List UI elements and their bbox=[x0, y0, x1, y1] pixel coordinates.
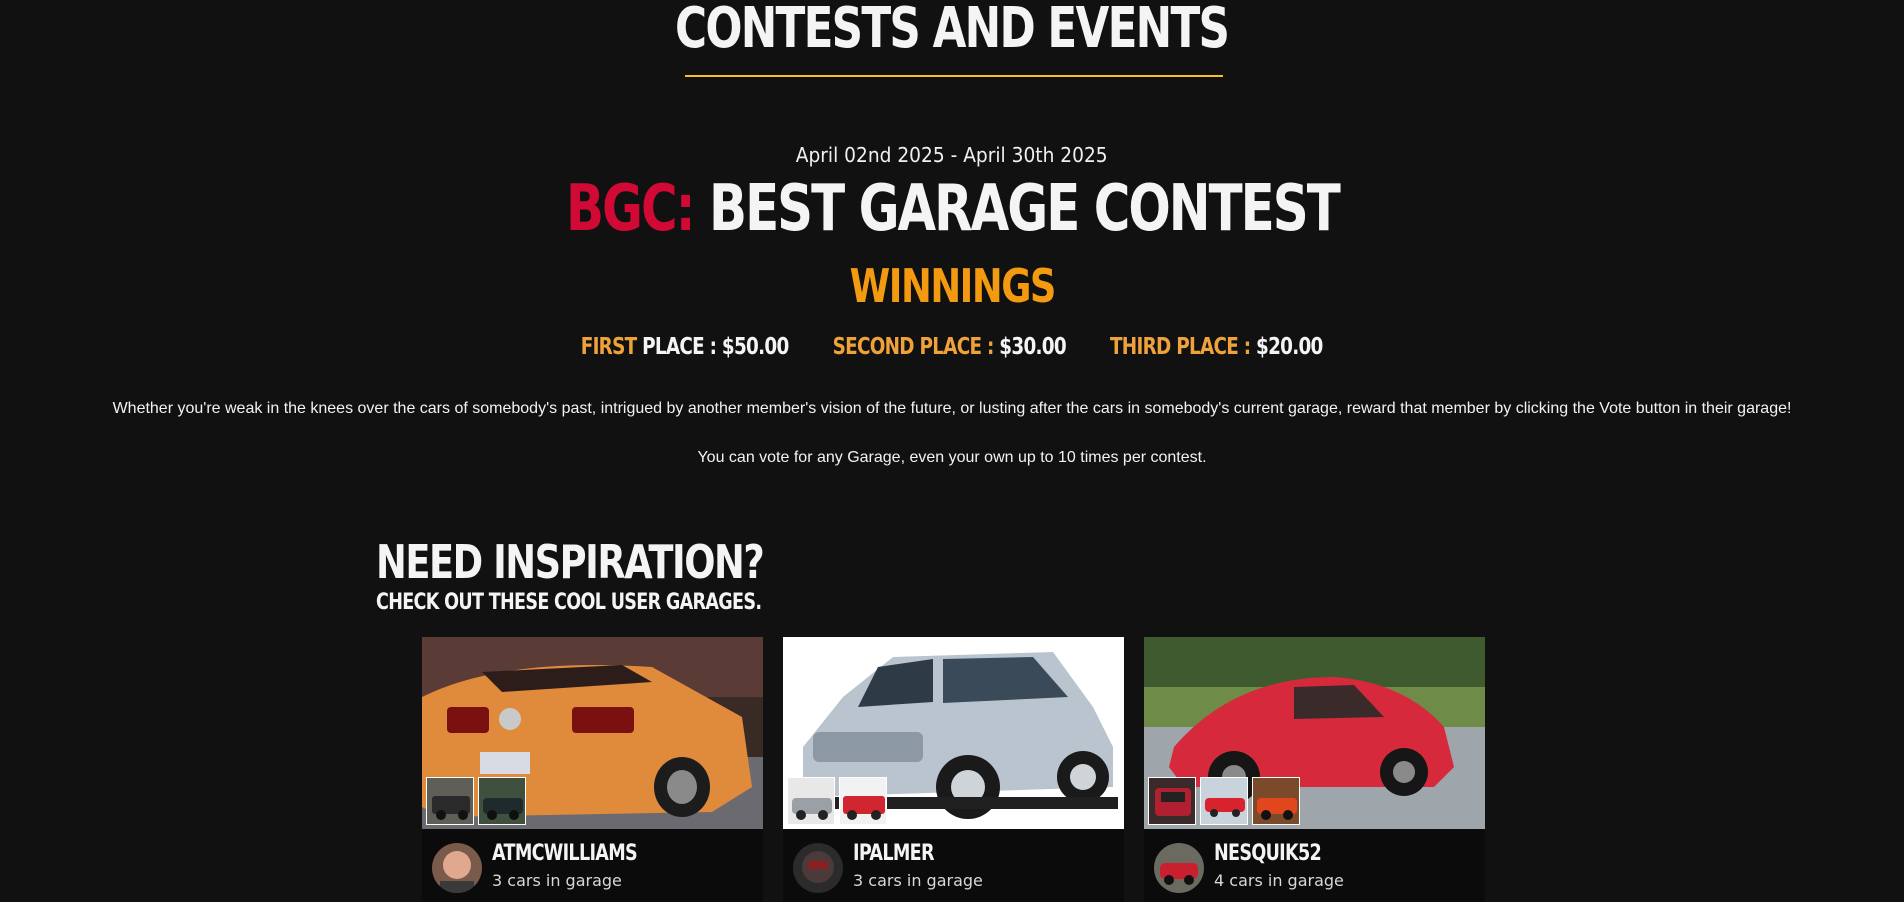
prize-third: THIRD PLACE : $20.00 bbox=[1110, 334, 1323, 360]
car-thumbnail[interactable] bbox=[1252, 777, 1300, 825]
car-thumbnail[interactable] bbox=[1200, 777, 1248, 825]
contest-title: BGC: BEST GARAGE CONTEST bbox=[0, 170, 1904, 248]
car-thumbnail[interactable] bbox=[787, 777, 835, 825]
contest-date-range: April 02nd 2025 - April 30th 2025 bbox=[796, 143, 1108, 167]
garage-thumbnails bbox=[787, 777, 887, 825]
prize-list: FIRST PLACE : $50.00 SECOND PLACE : $30.… bbox=[0, 331, 1904, 363]
winnings-heading: WINNINGS bbox=[849, 259, 1056, 313]
garage-card[interactable]: IPALMER 3 cars in garage bbox=[783, 637, 1124, 902]
car-thumbnail[interactable] bbox=[1148, 777, 1196, 825]
user-avatar[interactable] bbox=[793, 843, 843, 893]
garage-thumbnails bbox=[1148, 777, 1300, 825]
contest-name: BEST GARAGE CONTEST bbox=[708, 172, 1341, 246]
garage-car-count: 3 cars in garage bbox=[492, 871, 622, 890]
car-thumbnail[interactable] bbox=[478, 777, 526, 825]
contest-prefix: BGC: bbox=[565, 172, 696, 246]
user-avatar[interactable] bbox=[432, 843, 482, 893]
garage-owner: ATMCWILLIAMS 3 cars in garage bbox=[422, 833, 763, 902]
garage-photo[interactable] bbox=[783, 637, 1124, 829]
garage-card[interactable]: NESQUIK52 4 cars in garage bbox=[1144, 637, 1485, 902]
garage-photo[interactable] bbox=[1144, 637, 1485, 829]
garage-car-count: 3 cars in garage bbox=[853, 871, 983, 890]
page-title: CONTESTS AND EVENTS bbox=[675, 0, 1230, 61]
car-thumbnail[interactable] bbox=[426, 777, 474, 825]
garage-card[interactable]: ATMCWILLIAMS 3 cars in garage bbox=[422, 637, 763, 902]
garage-owner: IPALMER 3 cars in garage bbox=[783, 833, 1124, 902]
inspiration-subtitle: CHECK OUT THESE COOL USER GARAGES. bbox=[376, 590, 762, 615]
contest-description: Whether you're weak in the knees over th… bbox=[112, 400, 1792, 417]
user-avatar[interactable] bbox=[1154, 843, 1204, 893]
inspiration-title: NEED INSPIRATION? bbox=[376, 535, 765, 589]
garage-list: ATMCWILLIAMS 3 cars in garage IPALMER 3 … bbox=[422, 637, 1485, 902]
garage-thumbnails bbox=[426, 777, 526, 825]
car-thumbnail[interactable] bbox=[839, 777, 887, 825]
garage-owner: NESQUIK52 4 cars in garage bbox=[1144, 833, 1485, 902]
garage-photo[interactable] bbox=[422, 637, 763, 829]
garage-username[interactable]: ATMCWILLIAMS bbox=[492, 840, 638, 868]
title-underline bbox=[685, 75, 1223, 77]
prize-second: SECOND PLACE : $30.00 bbox=[832, 334, 1067, 360]
garage-car-count: 4 cars in garage bbox=[1214, 871, 1344, 890]
vote-note: You can vote for any Garage, even your o… bbox=[697, 449, 1207, 466]
garage-username[interactable]: NESQUIK52 bbox=[1214, 840, 1322, 868]
prize-first: FIRST PLACE : $50.00 bbox=[581, 334, 790, 360]
garage-username[interactable]: IPALMER bbox=[853, 840, 935, 868]
